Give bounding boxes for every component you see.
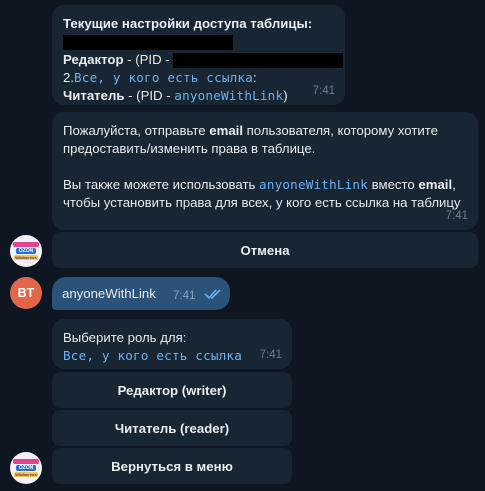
redacted-line (63, 33, 334, 51)
logo-top-stripe (13, 242, 39, 247)
reader-pid-code[interactable]: anyoneWithLink (174, 88, 283, 103)
editor-role-label: Редактор (63, 52, 124, 67)
editor-line: Редактор - (PID - (63, 51, 344, 69)
redaction-bar (173, 53, 344, 69)
user-avatar[interactable]: BT (10, 277, 42, 309)
prompt-line4: чтобы установить права для всех, у кого … (63, 195, 461, 210)
prompt-text-a: Пожалуйста, отправьте (63, 123, 210, 138)
prompt-text-d: вместо (368, 177, 419, 192)
prompt-email-bold-2: email (418, 177, 453, 192)
logo-ozon-text: OZON (16, 248, 36, 254)
logo-bottom-text: Wildberries (14, 255, 38, 260)
prompt-text-b: пользователя, которому хотите (243, 123, 438, 138)
item2-number: 2. (63, 70, 74, 85)
prompt-text-e: , (452, 177, 456, 192)
access-title: Текущие настройки доступа таблицы: (63, 16, 313, 31)
anyone-with-link-code[interactable]: anyoneWithLink (259, 177, 368, 192)
logo-top-stripe (13, 459, 39, 464)
prompt-email-bold: email (209, 123, 243, 138)
message-time: 7:41 (312, 85, 335, 97)
bot-avatar[interactable]: OZON Wildberries (10, 452, 42, 484)
logo-bottom-text: Wildberries (14, 472, 38, 477)
reader-pid-suffix: ) (283, 88, 288, 103)
logo-ozon-text: OZON (16, 465, 36, 471)
item2-line: 2.Все, у кого есть ссылка: (63, 69, 334, 87)
editor-pid-prefix: - (PID - (123, 52, 174, 67)
reader-line: Читатель - (PID - anyoneWithLink) (63, 87, 334, 105)
user-message-text: anyoneWithLink (62, 286, 156, 301)
anyone-link-code[interactable]: Все, у кого есть ссылка (74, 70, 253, 85)
bot-message-access-settings: Текущие настройки доступа таблицы: Редак… (52, 5, 345, 105)
prompt-text-c: Вы также можете использовать (63, 177, 260, 192)
prompt-line3: Вы также можете использовать anyoneWithL… (63, 176, 467, 194)
prompt-line2: предоставить/изменить права в таблице. (63, 141, 316, 156)
message-time: 7:41 (173, 290, 196, 302)
item2-suffix: : (253, 70, 257, 85)
reader-role-button[interactable]: Читатель (reader) (52, 410, 292, 446)
redaction-bar (63, 35, 233, 51)
bot-message-choose-role: Выберите роль для: Все, у кого есть ссыл… (52, 319, 292, 369)
cancel-button[interactable]: Отмена (52, 232, 478, 268)
writer-role-button[interactable]: Редактор (writer) (52, 372, 292, 408)
double-check-icon (204, 288, 224, 303)
reader-pid-prefix: - (PID - (124, 88, 175, 103)
prompt-line1: Пожалуйста, отправьте email пользователя… (63, 122, 467, 140)
message-time: 7:41 (259, 349, 282, 361)
reader-role-label: Читатель (63, 88, 125, 103)
choose-role-target-code[interactable]: Все, у кого есть ссылка (63, 347, 281, 365)
bot-message-email-prompt: Пожалуйста, отправьте email пользователя… (52, 112, 478, 230)
back-to-menu-button[interactable]: Вернуться в меню (52, 448, 292, 484)
message-time: 7:41 (445, 210, 468, 222)
user-message: anyoneWithLink 7:41 (52, 277, 230, 310)
choose-role-text: Выберите роль для: (63, 330, 187, 345)
bot-avatar[interactable]: OZON Wildberries (10, 235, 42, 267)
